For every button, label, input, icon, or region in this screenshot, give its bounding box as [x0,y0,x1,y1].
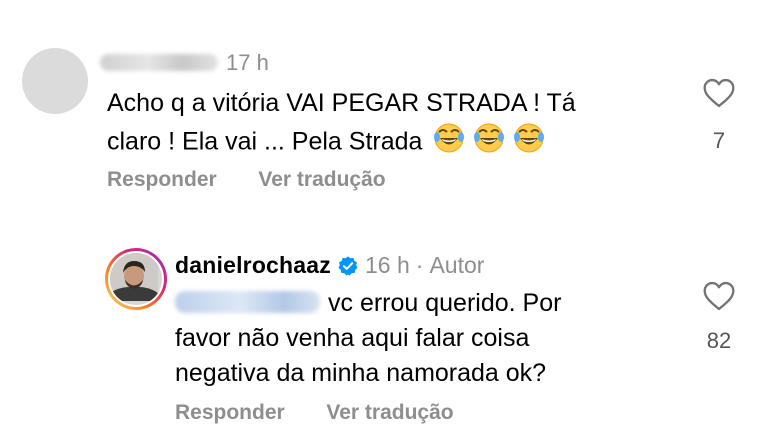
username[interactable]: danielrochaaz [175,252,331,279]
reply-text-segment: vc errou querido. Por [328,289,562,317]
author-photo [110,253,158,301]
separator-dot: · [415,252,424,278]
translate-button[interactable]: Ver tradução [326,401,453,424]
comment-header: danielrochaaz 16 h · Autor [175,252,484,279]
comment-text-segment: claro ! Ela vai ... Pela Strada [107,127,423,156]
verified-badge-icon [338,255,358,275]
comment-timestamp: 17 h [226,50,269,75]
comment-text-line: claro ! Ela vai ... Pela Strada [107,121,576,165]
translate-button[interactable]: Ver tradução [258,168,385,191]
comment-text-line: Acho q a vitória VAI PEGAR STRADA ! Tá [107,89,576,117]
heart-icon[interactable] [702,78,736,108]
comment-timestamp: 16 h [365,252,410,278]
reply-button[interactable]: Responder [107,168,217,191]
author-avatar[interactable] [105,248,167,310]
laughing-emoji-icon [432,121,552,165]
mention-link-blurred[interactable] [175,291,320,313]
reply-button[interactable]: Responder [175,401,285,424]
reply-text-line: vc errou querido. Por [175,286,561,321]
like-count: 82 [706,328,732,353]
laughing-emoji [434,123,465,153]
reply-text-line: favor não venha aqui falar coisa [175,324,530,352]
laughing-emoji [514,123,545,153]
comment-actions: Responder Ver tradução [107,168,386,192]
heart-icon[interactable] [702,281,736,311]
comment-text: Acho q a vitória VAI PEGAR STRADA ! Tá c… [107,86,576,165]
comments-page: 17 h Acho q a vitória VAI PEGAR STRADA !… [0,0,774,435]
like-count: 7 [712,128,726,153]
username-blurred[interactable] [100,54,218,71]
laughing-emoji [474,123,505,153]
author-tag: Autor [429,252,485,278]
reply-text: vc errou querido. Por favor não venha aq… [175,286,561,391]
reply-text-line: negativa da minha namorada ok? [175,359,547,387]
reply-actions: Responder Ver tradução [175,401,454,425]
avatar[interactable] [22,48,88,114]
